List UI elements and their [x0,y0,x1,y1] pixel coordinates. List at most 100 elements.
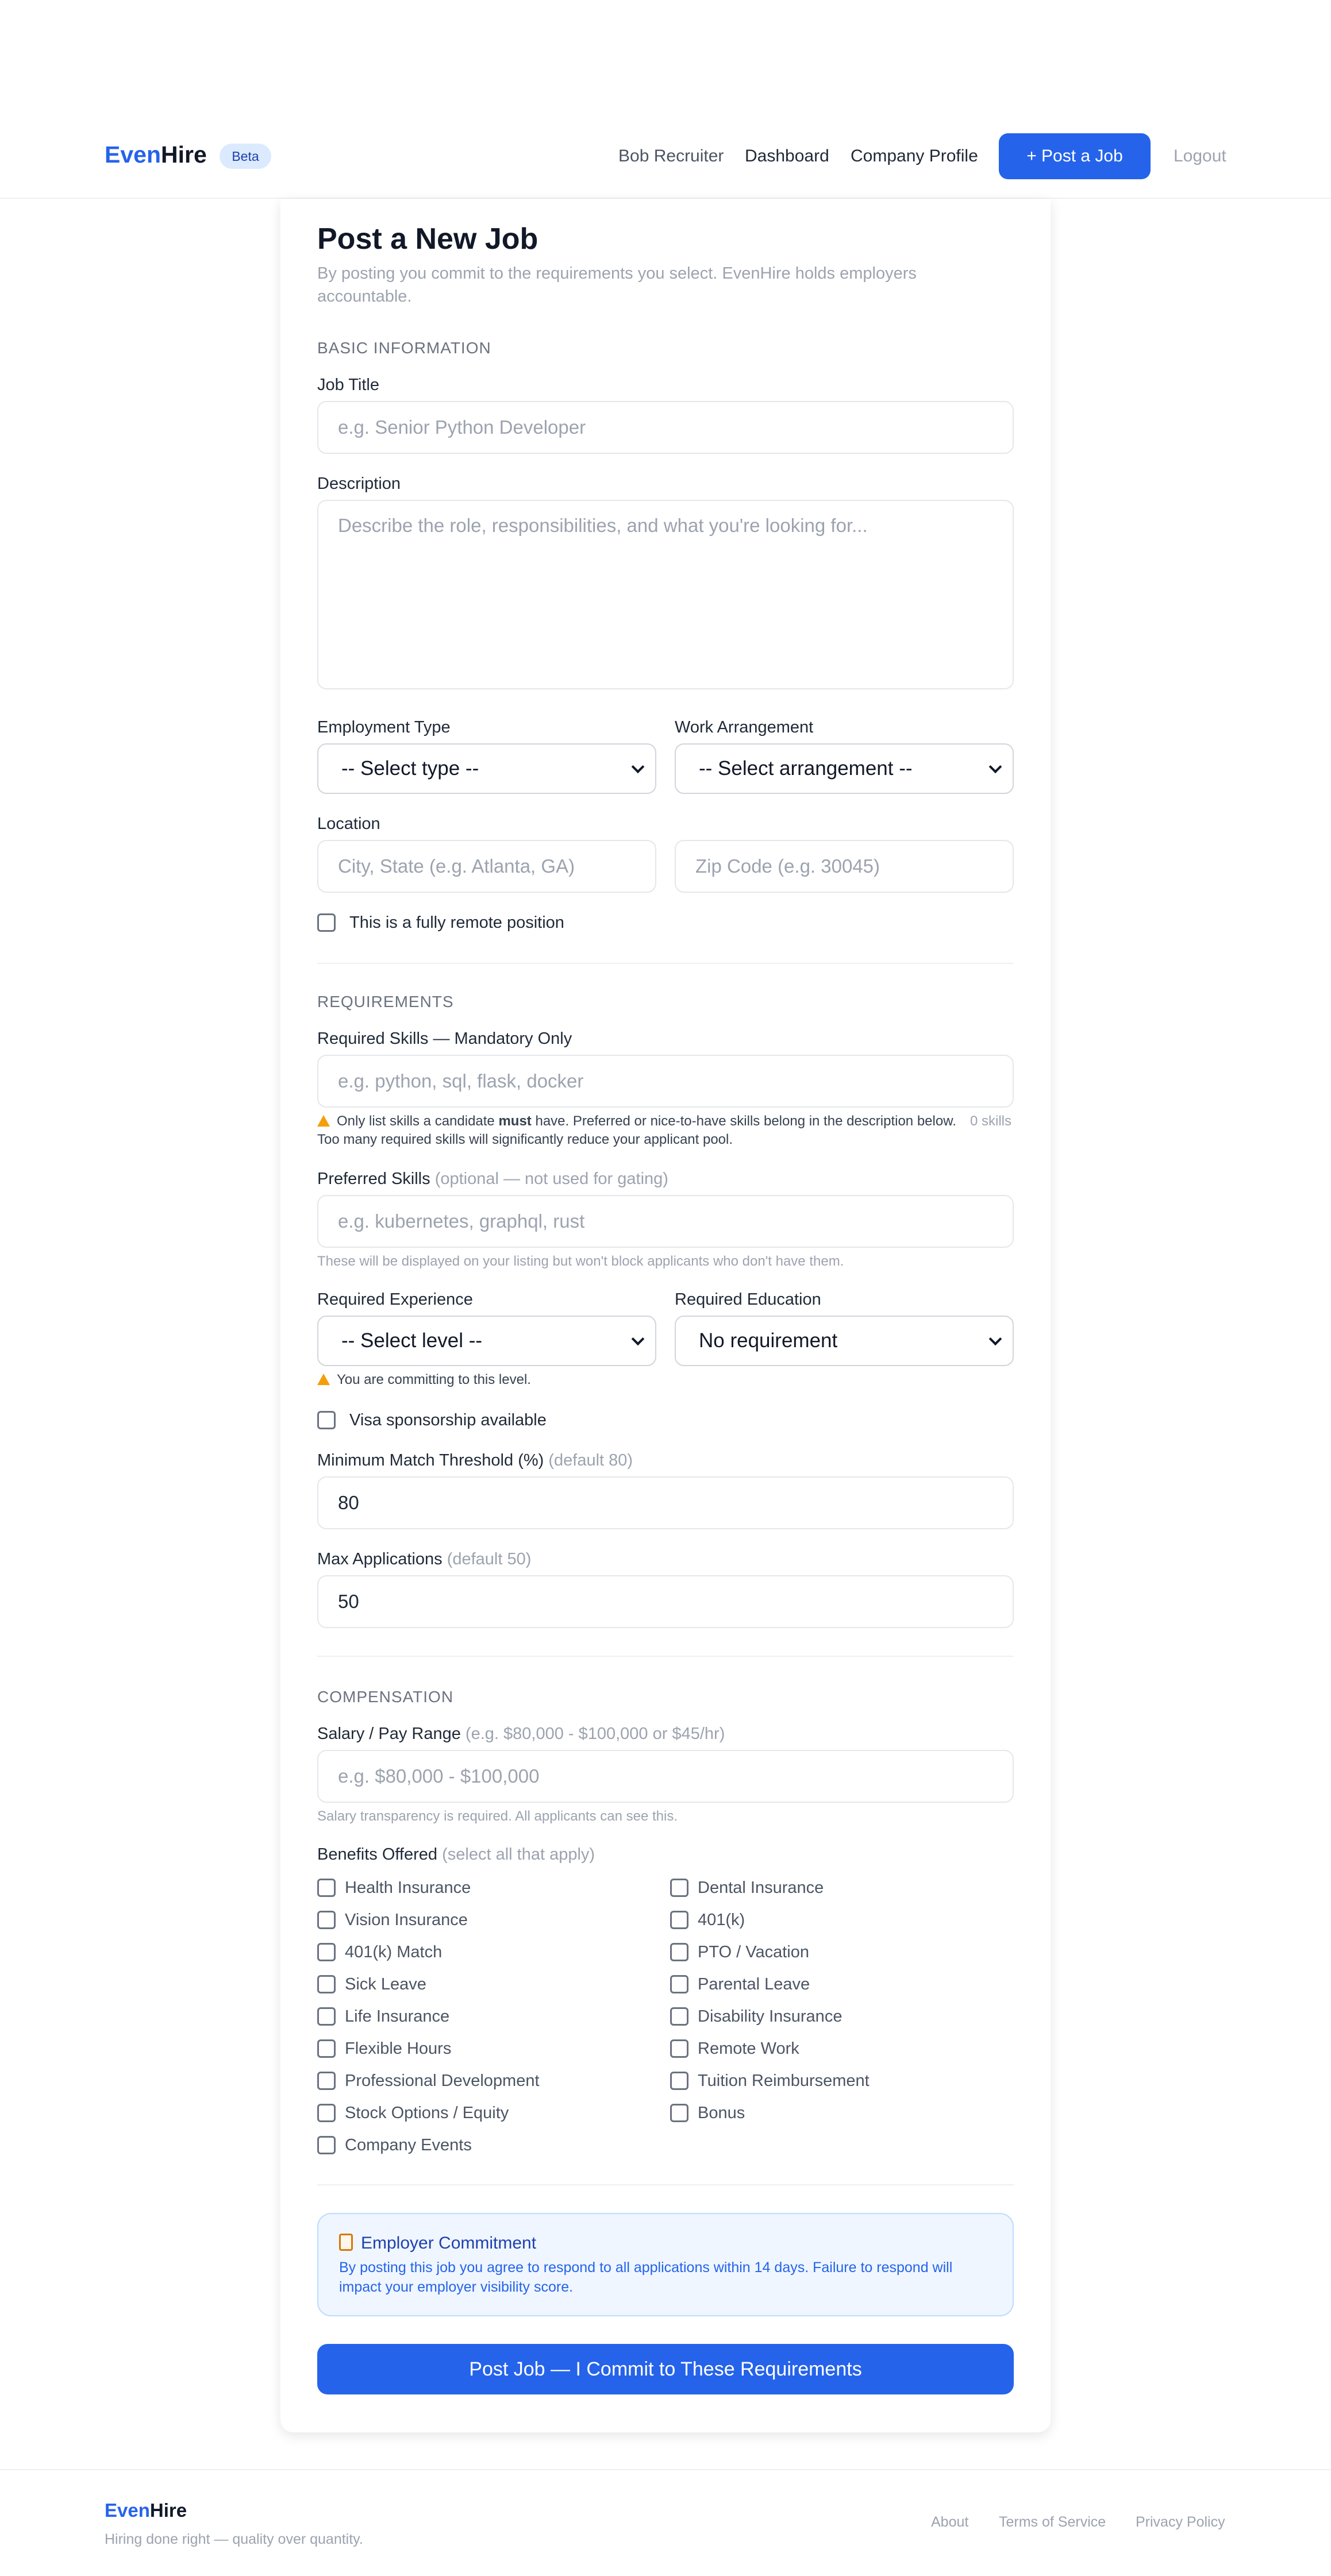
location-label: Location [317,815,380,833]
nav-dashboard-link[interactable]: Dashboard [745,145,829,168]
benefit-label[interactable]: Dental Insurance [698,1877,824,1898]
benefit-label[interactable]: Tuition Reimbursement [698,2070,870,2091]
employment-type-label: Employment Type [317,718,451,736]
salary-label-text: Salary / Pay Range [317,1725,461,1743]
chevron-down-icon [988,760,1002,774]
benefit-checkbox[interactable] [317,1943,336,1961]
visa-checkbox[interactable] [317,1411,336,1429]
description-textarea[interactable]: Describe the role, responsibilities, and… [317,500,1014,689]
clipboard-icon [339,2234,353,2251]
experience-label: Required Experience [317,1290,473,1309]
footer-brand-logo[interactable]: EvenHire [105,2499,187,2522]
salary-placeholder: e.g. $80,000 - $100,000 [338,1765,540,1787]
benefits-label-text: Benefits Offered [317,1845,438,1864]
visa-checkbox-label[interactable]: Visa sponsorship available [349,1410,547,1430]
benefit-checkbox[interactable] [670,2007,688,2026]
logout-link[interactable]: Logout [1174,145,1226,168]
benefit-checkbox[interactable] [670,1943,688,1961]
salary-label: Salary / Pay Range (e.g. $80,000 - $100,… [317,1723,725,1744]
threshold-value: 80 [338,1492,359,1513]
benefit-label[interactable]: Sick Leave [345,1974,426,1995]
benefit-label[interactable]: Stock Options / Equity [345,2103,509,2123]
page-title: Post a New Job [317,222,538,256]
warning-icon [317,1374,330,1385]
zip-input[interactable]: Zip Code (e.g. 30045) [675,840,1014,893]
benefit-label[interactable]: Disability Insurance [698,2006,842,2027]
benefit-checkbox[interactable] [670,1879,688,1897]
preferred-skills-hint: (optional — not used for gating) [434,1170,668,1188]
required-skills-input[interactable]: e.g. python, sql, flask, docker [317,1055,1014,1108]
post-job-button[interactable]: + Post a Job [999,133,1151,179]
required-skills-warning: Only list skills a candidate must have. … [317,1112,961,1149]
footer-brand-part-hire: Hire [149,2500,187,2521]
preferred-skills-input[interactable]: e.g. kubernetes, graphql, rust [317,1195,1014,1248]
benefit-label[interactable]: Remote Work [698,2038,799,2059]
footer-terms-link[interactable]: Terms of Service [999,2513,1106,2531]
required-skills-label: Required Skills — Mandatory Only [317,1029,572,1048]
description-label: Description [317,475,401,493]
benefit-label[interactable]: Bonus [698,2103,745,2123]
nav-company-profile-link[interactable]: Company Profile [851,145,978,168]
benefit-label[interactable]: Life Insurance [345,2006,449,2027]
threshold-hint: (default 80) [548,1451,633,1470]
benefit-checkbox[interactable] [670,1911,688,1929]
employment-type-value: -- Select type -- [341,757,479,780]
skills-warning-emphasis: must [498,1113,532,1129]
nav-user-name[interactable]: Bob Recruiter [618,145,724,168]
footer-privacy-link[interactable]: Privacy Policy [1136,2513,1225,2531]
benefit-checkbox[interactable] [317,2104,336,2122]
benefit-label[interactable]: 401(k) Match [345,1942,442,1962]
experience-value: -- Select level -- [341,1329,483,1352]
remote-checkbox-label[interactable]: This is a fully remote position [349,912,564,933]
experience-select[interactable]: -- Select level -- [317,1316,656,1366]
work-arrangement-select[interactable]: -- Select arrangement -- [675,743,1014,794]
benefit-label[interactable]: Health Insurance [345,1877,471,1898]
brand-logo[interactable]: EvenHire [105,140,207,169]
education-select[interactable]: No requirement [675,1316,1014,1366]
commit-level-warning: You are committing to this level. [317,1371,531,1389]
employment-type-select[interactable]: -- Select type -- [317,743,656,794]
threshold-input[interactable]: 80 [317,1476,1014,1529]
skills-warning-text-start: Only list skills a candidate [337,1113,499,1129]
job-title-input[interactable]: e.g. Senior Python Developer [317,401,1014,454]
employer-commitment-text: By posting this job you agree to respond… [339,2259,953,2295]
benefit-checkbox[interactable] [317,2007,336,2026]
footer-about-link[interactable]: About [931,2513,968,2531]
benefit-checkbox[interactable] [317,2072,336,2090]
benefit-label[interactable]: 401(k) [698,1910,745,1930]
benefit-label[interactable]: Company Events [345,2135,472,2155]
job-title-label: Job Title [317,376,379,394]
benefit-checkbox[interactable] [670,1975,688,1993]
max-applications-label: Max Applications (default 50) [317,1549,531,1569]
benefit-label[interactable]: Flexible Hours [345,2038,451,2059]
employer-commitment-title-text: Employer Commitment [361,2234,537,2253]
threshold-label: Minimum Match Threshold (%) (default 80) [317,1450,633,1471]
warning-icon [317,1115,330,1127]
benefit-checkbox[interactable] [317,1879,336,1897]
benefit-checkbox[interactable] [670,2104,688,2122]
brand-part-hire: Hire [161,141,207,168]
city-input[interactable]: City, State (e.g. Atlanta, GA) [317,840,656,893]
benefit-checkbox[interactable] [317,2039,336,2058]
salary-input[interactable]: e.g. $80,000 - $100,000 [317,1750,1014,1803]
benefit-label[interactable]: PTO / Vacation [698,1942,809,1962]
benefit-checkbox[interactable] [317,1975,336,1993]
chevron-down-icon [631,760,645,774]
section-divider [317,2184,1014,2185]
benefit-checkbox[interactable] [670,2039,688,2058]
benefit-checkbox[interactable] [317,1911,336,1929]
benefit-label[interactable]: Professional Development [345,2070,540,2091]
submit-post-job-button[interactable]: Post Job — I Commit to These Requirement… [317,2344,1014,2394]
chevron-down-icon [631,1332,645,1346]
remote-checkbox[interactable] [317,913,336,932]
employer-commitment-title: Employer Commitment [339,2232,536,2254]
benefit-label[interactable]: Vision Insurance [345,1910,468,1930]
benefit-checkbox[interactable] [670,2072,688,2090]
max-applications-input[interactable]: 50 [317,1575,1014,1628]
zip-placeholder: Zip Code (e.g. 30045) [695,855,880,877]
skills-count: 0 skills [970,1113,1012,1129]
preferred-skills-helper: These will be displayed on your listing … [317,1254,844,1269]
benefit-checkbox[interactable] [317,2136,336,2154]
benefit-label[interactable]: Parental Leave [698,1974,810,1995]
job-title-placeholder: e.g. Senior Python Developer [338,417,586,438]
